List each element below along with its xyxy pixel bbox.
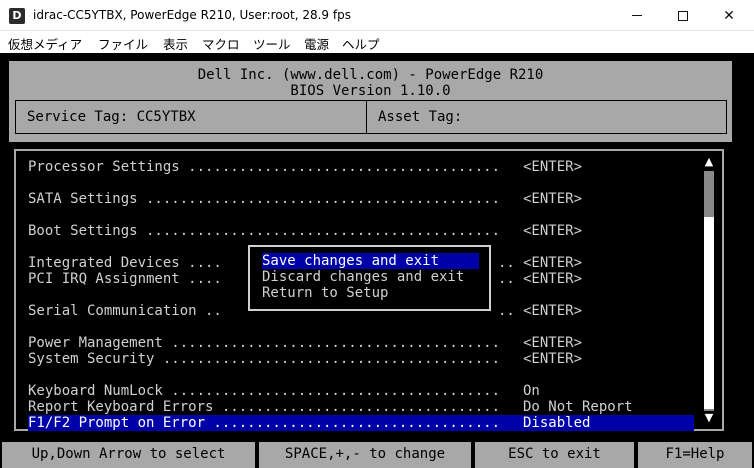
minimize-icon [632, 15, 642, 16]
status-hint-select: Up,Down Arrow to select [2, 442, 255, 468]
menu-view[interactable]: 表示 [163, 34, 188, 53]
menu-file[interactable]: ファイル [98, 34, 148, 53]
menu-tools[interactable]: ツール [253, 34, 291, 53]
maximize-icon [678, 10, 688, 21]
status-hint-exit: ESC to exit [475, 442, 634, 468]
row-label: System Security ........................… [28, 351, 501, 367]
row-label: Serial Communication .. [28, 303, 222, 319]
asset-tag-label: Asset Tag: [378, 109, 463, 125]
service-tag-box: Service Tag: CC5YTBX [15, 100, 367, 134]
save-and-exit-option[interactable]: Save changes and exit [262, 253, 479, 269]
menu-row-keyboard-numlock[interactable]: Keyboard NumLock .......................… [28, 383, 708, 399]
close-button[interactable]: ✕ [706, 0, 752, 31]
bios-status-bar: Up,Down Arrow to select SPACE,+,- to cha… [0, 442, 754, 468]
row-value: Do Not Report [523, 399, 633, 415]
menu-virtual-media[interactable]: 仮想メディア [8, 34, 82, 53]
row-value: <ENTER> [523, 271, 583, 287]
menu-row-boot-settings[interactable]: Boot Settings ..........................… [28, 223, 708, 239]
row-label: Boot Settings ..........................… [28, 223, 501, 239]
row-label: Power Management .......................… [28, 335, 501, 351]
bios-vendor-line: Dell Inc. (www.dell.com) - PowerEdge R21… [197, 67, 544, 83]
row-value: <ENTER> [523, 159, 583, 175]
bios-console[interactable]: Dell Inc. (www.dell.com) - PowerEdge R21… [0, 53, 754, 468]
row-label: Processor Settings .....................… [28, 159, 501, 175]
menu-row-report-keyboard-errors[interactable]: Report Keyboard Errors .................… [28, 399, 708, 415]
close-icon: ✕ [723, 7, 735, 24]
window-title: idrac-CC5YTBX, PowerEdge R210, User:root… [33, 8, 351, 22]
status-hint-change: SPACE,+,- to change [259, 442, 471, 468]
menu-help[interactable]: ヘルプ [342, 34, 380, 53]
row-value: <ENTER> [523, 335, 583, 351]
exit-dialog: Save changes and exit Discard changes an… [248, 245, 491, 311]
scroll-up-arrow-icon[interactable]: ▲ [704, 155, 714, 169]
row-value: On [523, 383, 540, 399]
row-label: F1/F2 Prompt on Error ..................… [28, 415, 501, 431]
bios-version-line: BIOS Version 1.10.0 [290, 83, 451, 99]
menubar: 仮想メディア ファイル 表示 マクロ ツール 電源 ヘルプ [0, 31, 754, 53]
scrollbar-thumb[interactable] [704, 217, 714, 409]
window-titlebar[interactable]: D idrac-CC5YTBX, PowerEdge R210, User:ro… [0, 0, 754, 31]
menu-row-f1f2-prompt-on-error[interactable]: F1/F2 Prompt on Error ..................… [28, 415, 694, 431]
menu-row-power-management[interactable]: Power Management .......................… [28, 335, 708, 351]
discard-and-exit-option[interactable]: Discard changes and exit [262, 269, 479, 285]
row-label: Keyboard NumLock .......................… [28, 383, 501, 399]
row-value: <ENTER> [523, 255, 583, 271]
row-label: PCI IRQ Assignment .... [28, 271, 222, 287]
menu-power[interactable]: 電源 [304, 34, 329, 53]
row-value: <ENTER> [523, 303, 583, 319]
row-value: <ENTER> [523, 351, 583, 367]
status-hint-help: F1=Help [638, 442, 752, 468]
row-value: <ENTER> [523, 191, 583, 207]
row-dots: .. [498, 255, 515, 271]
minimize-button[interactable] [614, 0, 660, 31]
maximize-button[interactable] [660, 0, 706, 31]
return-to-setup-option[interactable]: Return to Setup [262, 285, 479, 301]
row-label: Integrated Devices .... [28, 255, 222, 271]
service-tag-label: Service Tag: CC5YTBX [27, 109, 196, 125]
menu-row-system-security[interactable]: System Security ........................… [28, 351, 708, 367]
row-dots: .. [498, 271, 515, 287]
row-value: <ENTER> [523, 223, 583, 239]
asset-tag-box: Asset Tag: [366, 100, 727, 134]
scroll-down-arrow-icon[interactable]: ▼ [704, 411, 714, 425]
row-value: Disabled [523, 415, 591, 431]
menu-row-processor-settings[interactable]: Processor Settings .....................… [28, 159, 708, 175]
idrac-app-icon: D [9, 8, 25, 24]
menu-row-sata-settings[interactable]: SATA Settings ..........................… [28, 191, 708, 207]
row-label: Report Keyboard Errors .................… [28, 399, 501, 415]
row-dots: .. [498, 303, 515, 319]
row-label: SATA Settings ..........................… [28, 191, 501, 207]
menu-macro[interactable]: マクロ [202, 34, 240, 53]
